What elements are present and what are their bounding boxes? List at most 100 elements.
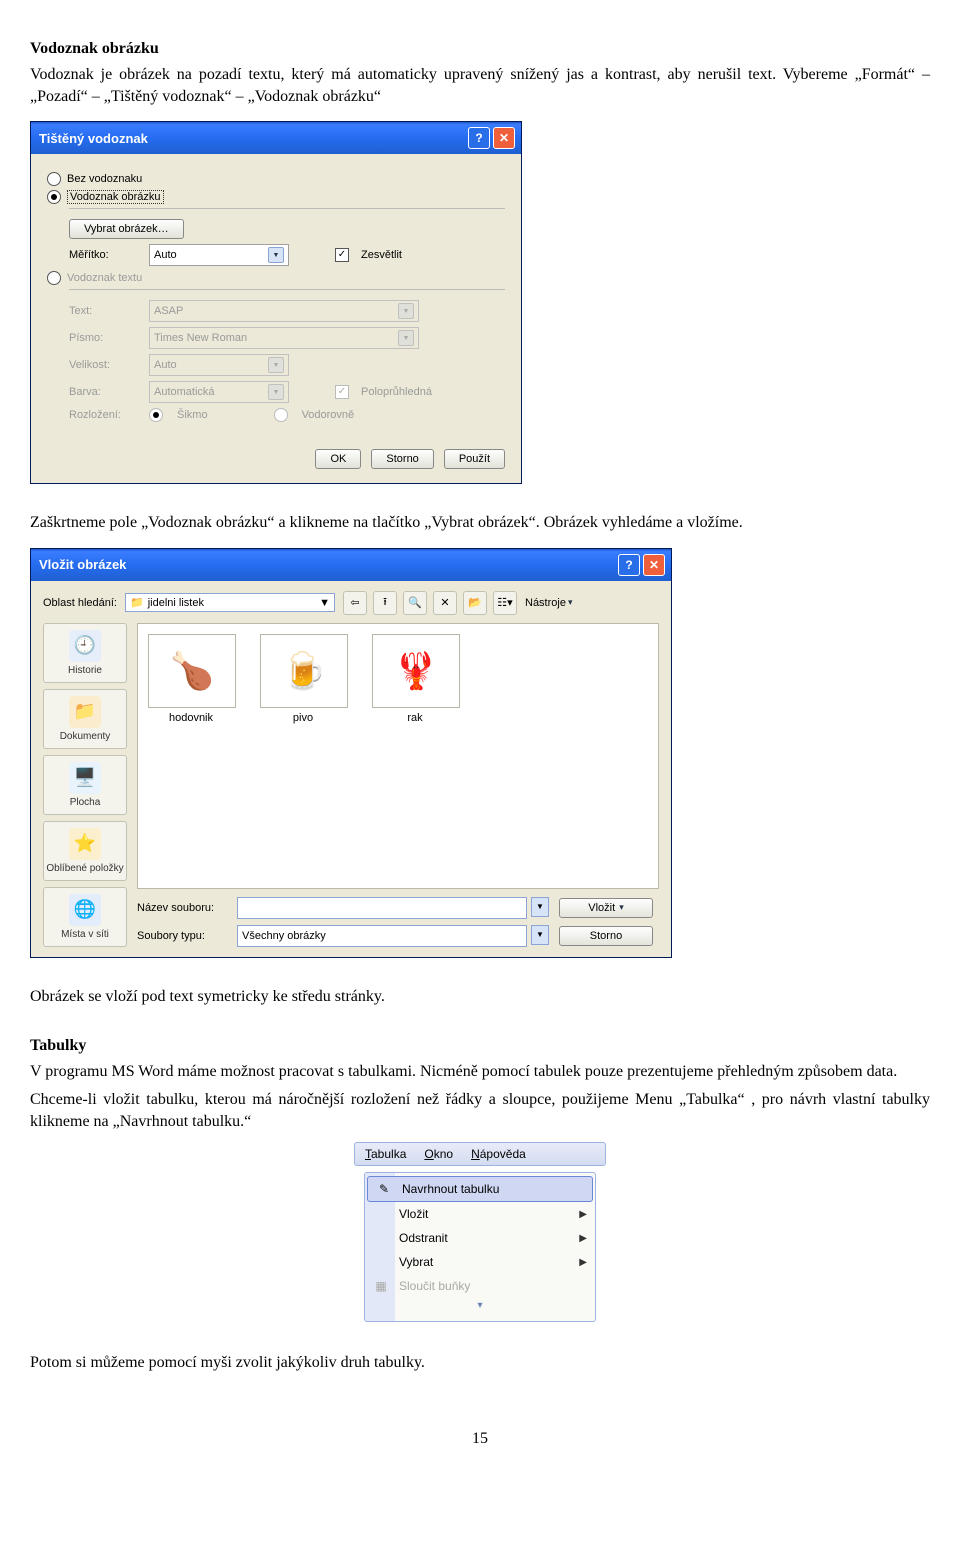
- para-1: Vodoznak je obrázek na pozadí textu, kte…: [30, 64, 930, 107]
- thumbnail-image: 🍺: [260, 634, 348, 708]
- help-icon[interactable]: ?: [468, 127, 490, 149]
- search-icon[interactable]: 🔍: [403, 591, 427, 615]
- semitransparent-label: Poloprůhledná: [361, 386, 432, 398]
- history-icon: 🕘: [69, 630, 101, 662]
- close-icon[interactable]: ✕: [643, 554, 665, 576]
- menu-label: Vybrat: [399, 1255, 433, 1269]
- layout-diagonal: Šikmo: [177, 409, 208, 421]
- place-desktop[interactable]: 🖥️ Plocha: [43, 755, 127, 815]
- menu-label: Navrhnout tabulku: [402, 1182, 499, 1196]
- file-thumbnail[interactable]: 🦞 rak: [372, 634, 458, 724]
- chevron-down-icon: ▼: [268, 384, 284, 400]
- button-label: Vložit: [588, 902, 615, 914]
- expand-menu-icon[interactable]: ▾: [365, 1298, 595, 1311]
- radio-label: Vodoznak textu: [67, 272, 142, 284]
- chevron-right-icon: ▶: [579, 1233, 587, 1244]
- dialog-title: Vložit obrázek: [39, 557, 615, 572]
- menu-window[interactable]: Okno: [424, 1147, 453, 1161]
- thumbnail-label: rak: [372, 712, 458, 724]
- size-dropdown: Auto ▼: [149, 354, 289, 376]
- favorites-icon: ⭐: [69, 828, 101, 860]
- back-icon[interactable]: ⇦: [343, 591, 367, 615]
- filename-input[interactable]: [237, 897, 527, 919]
- chevron-down-icon[interactable]: ▼: [531, 925, 549, 945]
- radio-icon: [274, 408, 288, 422]
- semitransparent-checkbox: [335, 385, 349, 399]
- help-icon[interactable]: ?: [618, 554, 640, 576]
- menu-help[interactable]: Nápověda: [471, 1147, 526, 1161]
- views-icon[interactable]: ☷▾: [493, 591, 517, 615]
- file-list[interactable]: 🍗 hodovnik 🍺 pivo 🦞 rak: [137, 623, 659, 889]
- place-label: Historie: [46, 665, 124, 676]
- color-dropdown: Automatická ▼: [149, 381, 289, 403]
- chevron-down-icon: ▾: [619, 902, 624, 914]
- para-2: Zaškrtneme pole „Vodoznak obrázku“ a kli…: [30, 512, 930, 534]
- lighten-checkbox[interactable]: [335, 248, 349, 262]
- menu-draw-table[interactable]: ✎ Navrhnout tabulku: [367, 1176, 593, 1202]
- titlebar[interactable]: Vložit obrázek ? ✕: [31, 549, 671, 581]
- radio-text-watermark[interactable]: Vodoznak textu: [47, 271, 505, 285]
- filetype-dropdown[interactable]: Všechny obrázky: [237, 925, 527, 947]
- table-dropdown: ✎ Navrhnout tabulku Vložit ▶ Odstranit ▶…: [364, 1172, 596, 1322]
- file-thumbnail[interactable]: 🍗 hodovnik: [148, 634, 234, 724]
- radio-image-watermark[interactable]: Vodoznak obrázku: [47, 190, 505, 204]
- font-dropdown: Times New Roman ▼: [149, 327, 419, 349]
- layout-horizontal: Vodorovně: [302, 409, 355, 421]
- apply-button[interactable]: Použít: [444, 449, 505, 469]
- text-dropdown: ASAP ▼: [149, 300, 419, 322]
- radio-icon: [47, 190, 61, 204]
- place-label: Oblíbené položky: [46, 863, 124, 874]
- insert-button[interactable]: Vložit ▾: [559, 898, 653, 918]
- menu-select[interactable]: Vybrat ▶: [365, 1250, 595, 1274]
- color-value: Automatická: [154, 386, 215, 398]
- chevron-right-icon: ▶: [579, 1257, 587, 1268]
- filetype-value: Všechny obrázky: [242, 930, 326, 942]
- menu-delete[interactable]: Odstranit ▶: [365, 1226, 595, 1250]
- up-icon[interactable]: ⭱: [373, 591, 397, 615]
- dialog-printed-watermark: Tištěný vodoznak ? ✕ Bez vodoznaku Vodoz…: [30, 121, 522, 484]
- place-history[interactable]: 🕘 Historie: [43, 623, 127, 683]
- folder-name: jidelni listek: [148, 597, 204, 609]
- menu-label: Sloučit buňky: [399, 1279, 470, 1293]
- para-4: V programu MS Word máme možnost pracovat…: [30, 1061, 930, 1083]
- label-scale: Měřítko:: [69, 249, 141, 261]
- file-thumbnail[interactable]: 🍺 pivo: [260, 634, 346, 724]
- thumbnail-label: hodovnik: [148, 712, 234, 724]
- radio-icon: [47, 172, 61, 186]
- menu-insert[interactable]: Vložit ▶: [365, 1202, 595, 1226]
- chevron-down-icon: ▼: [268, 247, 284, 263]
- place-favorites[interactable]: ⭐ Oblíbené položky: [43, 821, 127, 881]
- new-folder-icon[interactable]: 📂: [463, 591, 487, 615]
- lookin-dropdown[interactable]: 📁 jidelni listek ▼: [125, 593, 335, 612]
- para-6: Potom si můžeme pomocí myši zvolit jakýk…: [30, 1352, 930, 1374]
- chevron-down-icon[interactable]: ▼: [531, 897, 549, 917]
- radio-label: Bez vodoznaku: [67, 173, 142, 185]
- lighten-label: Zesvětlit: [361, 249, 402, 261]
- scale-value: Auto: [154, 249, 177, 261]
- delete-icon[interactable]: ✕: [433, 591, 457, 615]
- ok-button[interactable]: OK: [315, 449, 361, 469]
- dialog-title: Tištěný vodoznak: [39, 131, 465, 146]
- label-filename: Název souboru:: [137, 902, 227, 914]
- radio-no-watermark[interactable]: Bez vodoznaku: [47, 172, 505, 186]
- heading-tables: Tabulky: [30, 1037, 930, 1055]
- place-network[interactable]: 🌐 Místa v síti: [43, 887, 127, 947]
- chevron-right-icon: ▶: [579, 1209, 587, 1220]
- menu-table[interactable]: Tabulka: [365, 1147, 406, 1161]
- tools-menu[interactable]: Nástroje ▾: [525, 597, 573, 609]
- cancel-button[interactable]: Storno: [559, 926, 653, 946]
- chevron-down-icon: ▼: [268, 357, 284, 373]
- titlebar[interactable]: Tištěný vodoznak ? ✕: [31, 122, 521, 154]
- pencil-icon: ✎: [374, 1180, 394, 1198]
- cancel-button[interactable]: Storno: [371, 449, 433, 469]
- close-icon[interactable]: ✕: [493, 127, 515, 149]
- scale-dropdown[interactable]: Auto ▼: [149, 244, 289, 266]
- desktop-icon: 🖥️: [69, 762, 101, 794]
- label-size: Velikost:: [69, 359, 141, 371]
- chevron-down-icon: ▼: [398, 330, 414, 346]
- size-value: Auto: [154, 359, 177, 371]
- select-image-button[interactable]: Vybrat obrázek…: [69, 219, 184, 239]
- menu-label: Vložit: [399, 1207, 428, 1221]
- place-documents[interactable]: 📁 Dokumenty: [43, 689, 127, 749]
- radio-label: Vodoznak obrázku: [67, 190, 164, 204]
